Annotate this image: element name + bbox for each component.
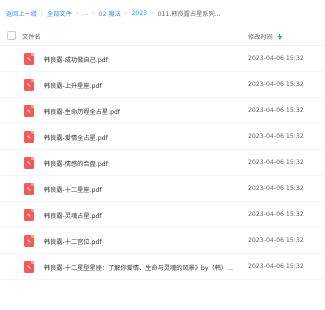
breadcrumb-chevron-icon: › <box>75 9 79 17</box>
pdf-icon: ✎ <box>24 53 34 65</box>
pdf-icon: ✎ <box>24 183 34 195</box>
file-date: 2023-04-06 15:32 <box>248 107 304 114</box>
pdf-icon: ✎ <box>24 209 34 221</box>
file-name[interactable]: 韩良露-生命历程全占星.pdf <box>44 107 120 116</box>
file-row[interactable]: ✎ 韩良露-生命历程全占星.pdf 2023-04-06 15:32 <box>0 98 325 124</box>
file-date: 2023-04-06 15:32 <box>248 133 304 140</box>
file-name[interactable]: 韩良露-爱情全占星.pdf <box>44 133 108 142</box>
breadcrumb-chevron-icon: › <box>124 9 128 17</box>
back-link[interactable]: 返回上一级 <box>6 9 37 18</box>
file-date: 2023-04-06 15:32 <box>248 159 304 166</box>
file-name[interactable]: 韩良露-十二宫位.pdf <box>44 237 102 246</box>
breadcrumb-ellipsis[interactable]: ... <box>82 10 88 17</box>
file-row[interactable]: ✎ 韩良露-成功做自己.pdf 2023-04-06 15:32 <box>0 46 325 72</box>
breadcrumb: 返回上一级 | 全部文件 › ... › 02 魔法 › 2023 › 011.… <box>0 0 325 26</box>
pdf-icon: ✎ <box>24 131 34 143</box>
file-name[interactable]: 韩良露-十二星座.pdf <box>44 185 102 194</box>
file-date: 2023-04-06 15:32 <box>248 211 304 218</box>
file-row[interactable]: ✎ 韩良露-十二宫位.pdf 2023-04-06 15:32 <box>0 228 325 254</box>
breadcrumb-separator: | <box>40 9 44 17</box>
column-modified-time-label: 修改时间 <box>248 34 273 41</box>
column-modified-time[interactable]: 修改时间 <box>248 32 282 41</box>
file-date: 2023-04-06 15:32 <box>248 55 304 62</box>
breadcrumb-all-files[interactable]: 全部文件 <box>47 9 72 18</box>
breadcrumb-chevron-icon: › <box>151 9 154 17</box>
file-row[interactable]: ✎ 韩良露-灵魂占星.pdf 2023-04-06 15:32 <box>0 202 325 228</box>
breadcrumb-2023[interactable]: 2023 <box>131 10 147 17</box>
breadcrumb-current-folder: 011.韩良露占星系列... <box>157 10 221 18</box>
file-date: 2023-04-06 15:32 <box>248 237 304 244</box>
file-row[interactable]: ✎ 韩良露-十二星型星座：了解你爱情、生命与灵魂的风景》by（韩）... 202… <box>0 254 325 280</box>
file-name[interactable]: 韩良露-情感的合盘.pdf <box>44 159 108 168</box>
column-filename[interactable]: 文件名 <box>22 32 41 41</box>
file-name[interactable]: 韩良露-灵魂占星.pdf <box>44 211 102 220</box>
file-date: 2023-04-06 15:32 <box>248 263 304 270</box>
file-name[interactable]: 韩良露-十二星型星座：了解你爱情、生命与灵魂的风景》by（韩）... <box>44 263 233 272</box>
sort-arrow-icon <box>277 33 282 40</box>
file-row[interactable]: ✎ 韩良露-上升星座.pdf 2023-04-06 15:32 <box>0 72 325 98</box>
breadcrumb-chevron-icon: › <box>92 9 95 17</box>
pdf-icon: ✎ <box>24 157 34 169</box>
file-row[interactable]: ✎ 韩良露-爱情全占星.pdf 2023-04-06 15:32 <box>0 124 325 150</box>
select-all-checkbox[interactable] <box>7 31 16 40</box>
breadcrumb-magic[interactable]: 02 魔法 <box>99 9 121 18</box>
pdf-icon: ✎ <box>24 105 34 117</box>
file-list-header: 文件名 修改时间 <box>0 26 325 46</box>
file-row[interactable]: ✎ 韩良露-情感的合盘.pdf 2023-04-06 15:32 <box>0 150 325 176</box>
file-name[interactable]: 韩良露-成功做自己.pdf <box>44 55 108 64</box>
file-date: 2023-04-06 15:32 <box>248 185 304 192</box>
file-name[interactable]: 韩良露-上升星座.pdf <box>44 81 102 90</box>
pdf-icon: ✎ <box>24 235 34 247</box>
pdf-icon: ✎ <box>24 79 34 91</box>
pdf-icon: ✎ <box>24 261 34 273</box>
file-date: 2023-04-06 15:32 <box>248 81 304 88</box>
file-row[interactable]: ✎ 韩良露-十二星座.pdf 2023-04-06 15:32 <box>0 176 325 202</box>
